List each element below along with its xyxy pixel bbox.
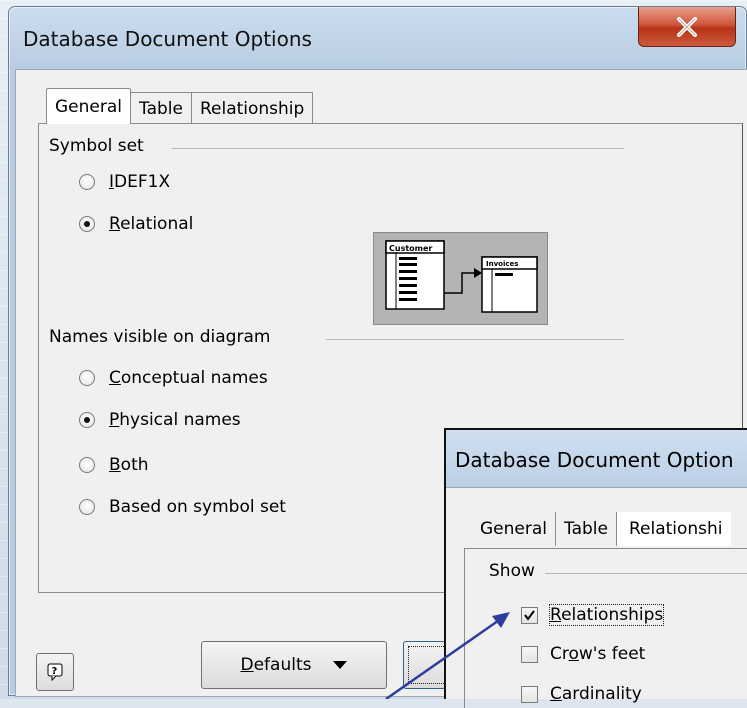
close-button[interactable] (638, 7, 736, 47)
radio-idef1x[interactable]: IDEF1X (79, 172, 170, 192)
radio-based-circle[interactable] (79, 499, 95, 515)
radio-both[interactable]: Both (79, 455, 149, 475)
radio-conceptual-label: Conceptual names (109, 368, 268, 388)
window-title: Database Document Options (23, 27, 312, 51)
tab-table[interactable]: Table (131, 92, 192, 124)
tab-relationship[interactable]: Relationship (191, 92, 314, 124)
show-divider (545, 573, 747, 574)
inset-tab-table[interactable]: Table (555, 512, 616, 546)
title-bar: Database Document Options (9, 7, 746, 69)
radio-both-label: Both (109, 455, 149, 475)
relational-diagram-icon: Customer Invoices (385, 240, 538, 313)
tab-general[interactable]: General (46, 88, 131, 124)
defaults-button[interactable]: Defaults (201, 641, 387, 689)
radio-idef1x-label: IDEF1X (109, 172, 171, 192)
names-visible-group-label: Names visible on diagram (49, 327, 271, 347)
radio-relational-circle[interactable] (79, 216, 95, 232)
help-button[interactable]: ? (36, 653, 74, 691)
defaults-button-label: Defaults (240, 655, 312, 675)
inset-title: Database Document Option (455, 448, 734, 472)
radio-both-circle[interactable] (79, 457, 95, 473)
symbol-set-divider (172, 148, 624, 149)
tab-strip: General Table Relationship (46, 88, 314, 124)
inset-relationship-panel: Show Relationships Crow's feet Cardinali… (464, 548, 747, 708)
checkmark-icon (524, 609, 535, 621)
show-group-label: Show (489, 561, 535, 581)
checkbox-crows-feet[interactable]: Crow's feet (521, 644, 645, 664)
cardinality-checkbox[interactable] (521, 685, 538, 703)
names-visible-divider (326, 339, 624, 340)
radio-based-on-symbol-set[interactable]: Based on symbol set (79, 497, 286, 517)
dropdown-arrow-icon (333, 660, 348, 669)
preview-entity-b-label: Invoices (486, 260, 518, 268)
inset-tab-general[interactable]: General (472, 512, 555, 546)
radio-physical-circle[interactable] (79, 412, 95, 428)
close-icon (677, 16, 697, 37)
radio-physical-label: Physical names (109, 410, 241, 430)
radio-idef1x-circle[interactable] (79, 174, 95, 190)
crows-feet-checkbox[interactable] (521, 645, 538, 663)
radio-conceptual-circle[interactable] (79, 370, 95, 386)
relationships-checkbox[interactable] (521, 606, 538, 624)
radio-conceptual-names[interactable]: Conceptual names (79, 368, 268, 388)
radio-based-label: Based on symbol set (109, 497, 286, 517)
cardinality-label: Cardinality (550, 684, 642, 704)
svg-text:?: ? (52, 666, 58, 677)
radio-physical-names[interactable]: Physical names (79, 410, 241, 430)
inset-tab-relationship[interactable]: Relationshi (615, 512, 731, 546)
radio-relational-label: Relational (109, 214, 194, 234)
radio-relational[interactable]: Relational (79, 214, 193, 234)
relationships-label: Relationships (548, 604, 665, 626)
crows-feet-label: Crow's feet (550, 644, 646, 664)
symbol-set-group-label: Symbol set (49, 136, 144, 156)
help-icon: ? (47, 663, 63, 681)
checkbox-cardinality[interactable]: Cardinality (521, 684, 642, 704)
relationship-tab-inset: Database Document Option General Table R… (444, 428, 747, 708)
inset-title-bar: Database Document Option (446, 430, 747, 488)
symbol-preview-image: Customer Invoices (373, 232, 548, 325)
checkbox-relationships[interactable]: Relationships (521, 604, 665, 626)
inset-tab-strip: General Table Relationshi (472, 512, 731, 546)
preview-entity-a-label: Customer (389, 244, 432, 253)
